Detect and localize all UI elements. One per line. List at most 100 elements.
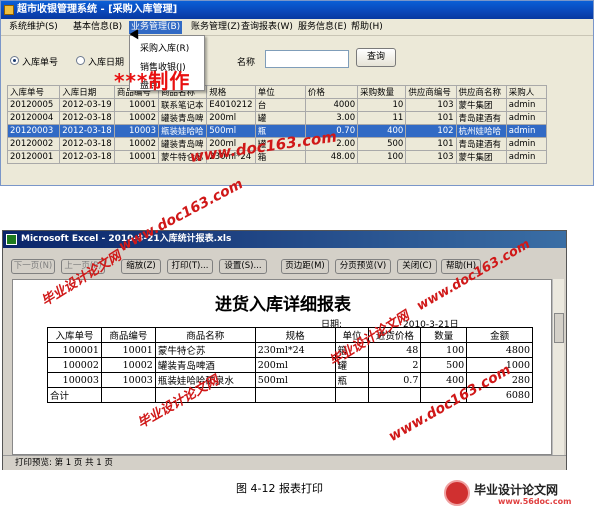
zoom-button[interactable]: 缩放(Z) [121,259,161,274]
table-cell[interactable]: 500 [357,137,407,151]
table-cell[interactable]: 杭州娃哈哈 [455,124,507,138]
page-break-preview-button[interactable]: 分页预览(V) [335,259,391,274]
table-cell[interactable]: 200ml [206,111,256,125]
table-cell[interactable]: 10003 [113,124,160,138]
table-cell[interactable]: 102 [405,124,457,138]
search-input[interactable] [265,50,349,68]
table-cell[interactable]: 20120001 [6,150,61,164]
window-titlebar: 超市收银管理系统 - [采购入库管理] [1,1,593,19]
table-cell[interactable]: 4000 [304,98,359,112]
report-cell [254,387,336,403]
table-cell[interactable]: 10001 [113,150,160,164]
report-cell [100,387,156,403]
logo-name: 毕业设计论文网 [474,483,559,497]
table-cell[interactable]: 瓶装娃哈哈 [158,124,208,138]
col-header[interactable]: 入库单号 [6,85,61,99]
table-cell[interactable]: 2012-03-18 [59,124,115,138]
table-cell[interactable]: 蒙牛集团 [455,150,507,164]
table-cell[interactable]: 100 [357,150,407,164]
report-cell: 230ml*24 [254,342,336,358]
query-button[interactable]: 查询 [356,48,396,67]
col-header[interactable]: 价格 [304,85,359,99]
table-cell[interactable]: 10002 [113,111,160,125]
report-row: 100003 10003 瓶装娃哈哈矿泉水 500ml 瓶 0.7 400 280 [47,372,533,388]
report-cell: 400 [420,372,468,388]
report-header-row: 入库单号 商品编号 商品名称 规格 单位 进货价格 数量 金额 [47,327,533,343]
next-page-button[interactable]: 下一页(N) [11,259,55,274]
table-row[interactable]: 20120005 2012-03-19 10001 联系笔记本 E4010212 台 400… [6,98,548,112]
report-cell: 500 [420,357,468,373]
radio-date[interactable] [76,56,85,65]
report-cell: 48 [368,342,422,358]
col-header[interactable]: 采购人 [505,85,548,99]
table-cell[interactable]: 联系笔记本 [158,98,208,112]
table-cell[interactable]: 2012-03-18 [59,137,115,151]
table-cell[interactable]: 2012-03-18 [59,150,115,164]
table-cell[interactable]: admin [505,111,548,125]
margins-button[interactable]: 页边距(M) [281,259,329,274]
table-cell[interactable]: 400 [357,124,407,138]
table-cell[interactable]: 11 [357,111,407,125]
table-cell[interactable]: admin [505,137,548,151]
window-title: 超市收银管理系统 - [采购入库管理] [17,4,178,15]
report-cell [368,387,422,403]
report-cell: 4800 [466,342,533,358]
table-cell[interactable]: 48.00 [304,150,359,164]
report-col-header: 商品编号 [100,327,156,343]
menu-help[interactable]: 帮助(H) [351,21,383,34]
table-cell[interactable]: 青岛建酒有 [455,111,507,125]
table-cell[interactable]: 10001 [113,98,160,112]
radio-order-no[interactable] [10,56,19,65]
table-cell[interactable]: admin [505,98,548,112]
col-header[interactable]: 供应商编号 [405,85,457,99]
scroll-thumb[interactable] [554,313,564,343]
menu-basic-info[interactable]: 基本信息(B) [73,21,122,34]
report-cell: 2 [368,357,422,373]
table-cell[interactable]: 10 [357,98,407,112]
report-cell: 瓶 [334,372,370,388]
report-cell [334,387,370,403]
table-cell[interactable]: 蒙牛集团 [455,98,507,112]
col-header[interactable]: 入库日期 [59,85,115,99]
report-col-header: 商品名称 [154,327,256,343]
table-cell[interactable]: 20120003 [6,124,61,138]
col-header[interactable]: 单位 [254,85,306,99]
table-cell[interactable]: 罐装青岛啤 [158,111,208,125]
table-cell[interactable]: 500ml [206,124,256,138]
vertical-scrollbar[interactable] [552,279,564,455]
col-header[interactable]: 采购数量 [357,85,407,99]
menu-service[interactable]: 服务信息(E) [298,21,347,34]
table-cell[interactable]: 20120002 [6,137,61,151]
table-cell[interactable]: 20120005 [6,98,61,112]
menu-bar: 系统维护(S) 基本信息(B) 业务管理(B) 账务管理(Z) 查询报表(W) … [1,19,593,36]
table-cell[interactable]: 101 [405,111,457,125]
close-button[interactable]: 关闭(C) [397,259,437,274]
table-cell[interactable]: 2012-03-19 [59,98,115,112]
setup-button[interactable]: 设置(S)... [219,259,267,274]
table-cell[interactable]: admin [505,150,548,164]
table-cell[interactable]: 20120004 [6,111,61,125]
print-button[interactable]: 打印(T)... [167,259,213,274]
table-cell[interactable]: 台 [254,98,306,112]
table-row[interactable]: 20120004 2012-03-18 10002 罐装青岛啤 200ml 罐 3.00 11… [6,111,548,125]
menu-reports[interactable]: 查询报表(W) [241,21,293,34]
table-cell[interactable]: E4010212 [206,98,256,112]
table-cell[interactable]: 2012-03-18 [59,111,115,125]
table-cell[interactable]: 3.00 [304,111,359,125]
menu-accounts[interactable]: 账务管理(Z) [191,21,240,34]
table-cell[interactable]: 103 [405,150,457,164]
logo-icon [444,480,470,506]
report-cell: 10002 [100,357,156,373]
menu-system[interactable]: 系统维护(S) [9,21,58,34]
table-cell[interactable]: 罐 [254,111,306,125]
table-cell[interactable]: 101 [405,137,457,151]
table-cell[interactable]: 10002 [113,137,160,151]
dropdown-item-purchase-in[interactable]: 采购入库(R) [140,41,189,54]
table-cell[interactable]: admin [505,124,548,138]
table-cell[interactable]: 青岛建酒有 [455,137,507,151]
grid-header-row: 入库单号 入库日期 商品编号 商品名称 规格 单位 价格 采购数量 供应商编号 … [6,85,548,99]
col-header[interactable]: 规格 [206,85,256,99]
report-col-header: 数量 [420,327,468,343]
col-header[interactable]: 供应商名称 [455,85,507,99]
table-cell[interactable]: 103 [405,98,457,112]
